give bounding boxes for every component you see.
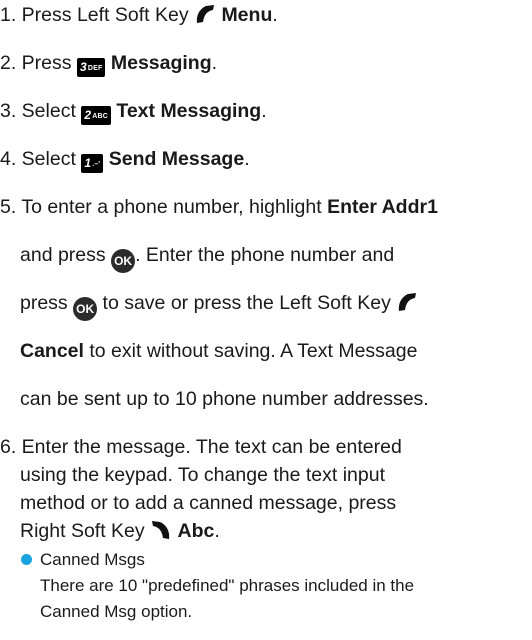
step-6-line-2: using the keypad. To change the text inp… — [20, 464, 385, 487]
step-3-text: 3. Select — [0, 100, 76, 122]
key-1-digit: 1 — [84, 156, 92, 170]
key-3-letters: DEF — [87, 65, 103, 72]
step-6-text-3: method or to add a canned message, press — [20, 492, 397, 514]
step-1: 1. Press Left Soft Key Menu. — [0, 4, 278, 27]
step-3-bold: Text Messaging — [116, 100, 262, 122]
step-6-text-4: Right Soft Key — [20, 520, 145, 542]
step-6-suffix-4: . — [214, 520, 220, 542]
step-2-suffix: . — [211, 52, 218, 74]
left-soft-key-icon — [196, 5, 215, 23]
key-3-digit: 3 — [79, 60, 87, 74]
right-soft-key-icon — [152, 521, 170, 539]
step-5-text-2b: . Enter the phone number and — [135, 244, 395, 266]
step-5-text-2: and press — [20, 244, 106, 266]
bullet-text-2: Canned Msg option. — [40, 602, 193, 621]
step-5-bold-4: Cancel — [20, 340, 84, 362]
step-1-bold: Menu — [221, 4, 273, 26]
step-2-bold: Messaging — [110, 52, 212, 74]
step-5-text-5: can be sent up to 10 phone number addres… — [20, 388, 429, 410]
bullet-icon — [21, 554, 32, 565]
key-2-digit: 2 — [84, 108, 92, 122]
step-1-text: 1. Press Left Soft Key — [0, 4, 189, 26]
step-1-suffix: . — [272, 4, 278, 26]
step-6-line-1: 6. Enter the message. The text can be en… — [0, 436, 402, 459]
step-5-text-1: 5. To enter a phone number, highlight — [0, 196, 322, 218]
bullet-line-2: Canned Msg option. — [40, 600, 192, 623]
step-3-suffix: . — [261, 100, 267, 122]
step-5-line-5: can be sent up to 10 phone number addres… — [20, 388, 429, 411]
key-2-letters: ABC — [92, 113, 108, 120]
bullet-line-1: There are 10 "predefined" phrases includ… — [40, 574, 414, 597]
key-2-abc-icon: 2ABC — [81, 106, 111, 125]
bullet-title-text: Canned Msgs — [40, 550, 145, 569]
step-5-line-4: Cancel to exit without saving. A Text Me… — [20, 340, 417, 363]
left-soft-key-icon — [399, 293, 417, 311]
step-5-text-3: press — [20, 292, 68, 314]
step-2: 2. Press 3DEF Messaging. — [0, 52, 217, 77]
step-5-line-1: 5. To enter a phone number, highlight En… — [0, 196, 438, 219]
step-3: 3. Select 2ABC Text Messaging. — [0, 100, 267, 125]
step-6-bold-4: Abc — [177, 520, 215, 542]
step-4-bold: Send Message — [108, 148, 245, 170]
step-4: 4. Select 1.–' Send Message. — [0, 148, 250, 173]
step-5-bold-1: Enter Addr1 — [327, 196, 438, 218]
ok-button-icon: OK — [73, 297, 98, 321]
step-4-suffix: . — [244, 148, 250, 170]
step-4-text: 4. Select — [0, 148, 76, 170]
step-5-line-3: press OK to save or press the Left Soft … — [20, 292, 418, 321]
step-6-line-3: method or to add a canned message, press — [20, 492, 396, 515]
step-5-text-3b: to save or press the Left Soft Key — [102, 292, 391, 314]
bullet-text-1: There are 10 "predefined" phrases includ… — [40, 576, 415, 595]
step-6-text-1: 6. Enter the message. The text can be en… — [0, 436, 402, 458]
key-1-symbols: .–' — [92, 161, 101, 168]
step-5-text-4: to exit without saving. A Text Message — [89, 340, 418, 362]
step-6-line-4: Right Soft Key Abc. — [20, 520, 220, 543]
step-5-line-2: and press OK. Enter the phone number and — [20, 244, 394, 273]
step-6-text-2: using the keypad. To change the text inp… — [20, 464, 385, 486]
step-2-text: 2. Press — [0, 52, 72, 74]
ok-button-icon: OK — [111, 249, 136, 273]
bullet-title: Canned Msgs — [40, 548, 145, 571]
key-1-icon: 1.–' — [81, 154, 104, 173]
key-3-def-icon: 3DEF — [76, 58, 106, 77]
